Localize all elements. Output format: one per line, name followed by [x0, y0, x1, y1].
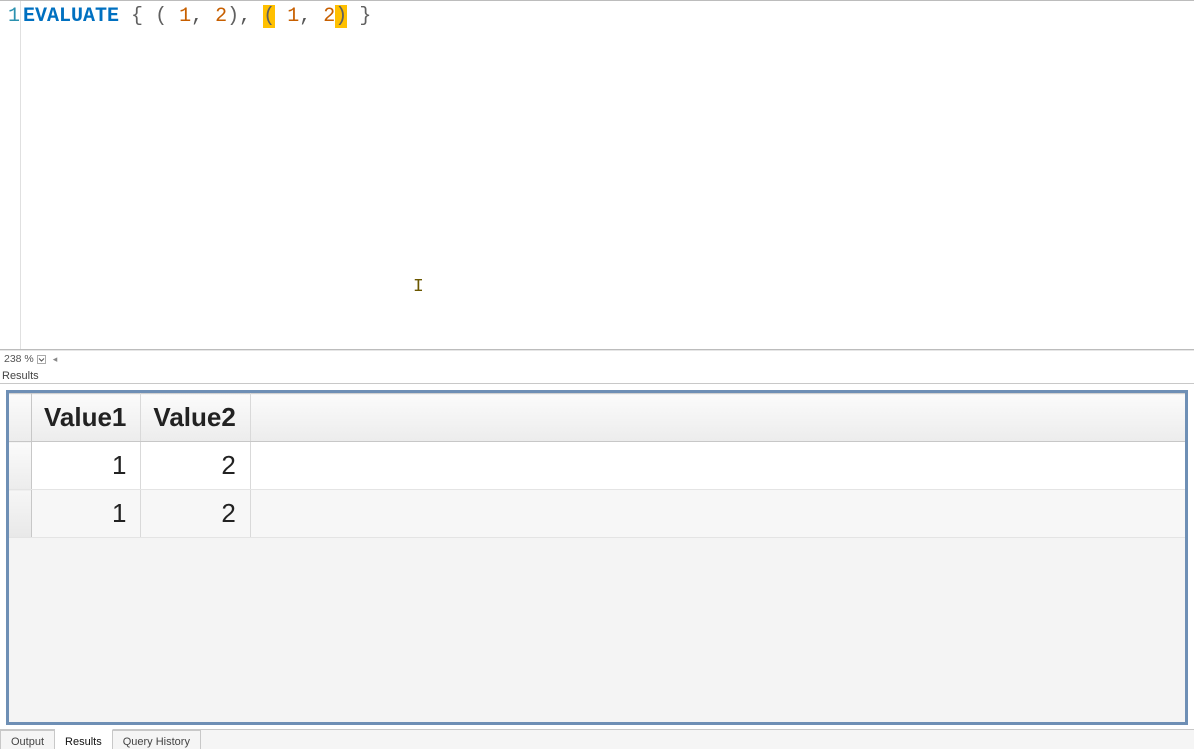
token-space	[167, 5, 179, 28]
column-filler	[250, 394, 1185, 442]
token-open-brace: {	[131, 5, 143, 28]
token-open-paren-highlight: (	[263, 5, 275, 28]
splitter-grip-icon[interactable]: ◂	[49, 354, 58, 365]
app-root: 1 EVALUATE { ( 1, 2), ( 1, 2) } I 238 % …	[0, 0, 1194, 749]
editor-zoom-bar: 238 % ◂	[0, 350, 1194, 367]
token-space	[143, 5, 155, 28]
results-grid-frame: Value1 Value2 1 2 1 2	[6, 390, 1188, 725]
table-row[interactable]: 1 2	[9, 442, 1185, 490]
token-keyword: EVALUATE	[23, 5, 119, 28]
editor-pane: 1 EVALUATE { ( 1, 2), ( 1, 2) } I	[0, 1, 1194, 350]
cell[interactable]: 1	[32, 490, 141, 538]
results-grid[interactable]: Value1 Value2 1 2 1 2	[9, 393, 1185, 538]
bottom-tab-strip: Output Results Query History	[0, 729, 1194, 749]
results-header-row: Value1 Value2	[9, 394, 1185, 442]
token-space	[311, 5, 323, 28]
column-header[interactable]: Value1	[32, 394, 141, 442]
tab-results[interactable]: Results	[55, 729, 113, 749]
token-close-brace: }	[359, 5, 371, 28]
row-header[interactable]	[9, 442, 32, 490]
zoom-dropdown[interactable]	[36, 355, 47, 364]
token-number: 1	[287, 5, 299, 28]
cell[interactable]: 2	[141, 490, 250, 538]
token-number: 1	[179, 5, 191, 28]
zoom-level: 238 %	[4, 353, 34, 365]
cell-filler	[250, 490, 1185, 538]
token-close-paren: )	[227, 5, 239, 28]
token-open-paren: (	[155, 5, 167, 28]
row-header[interactable]	[9, 490, 32, 538]
token-comma: ,	[239, 5, 251, 28]
text-caret-icon: I	[413, 277, 424, 297]
token-comma: ,	[191, 5, 203, 28]
cell-filler	[250, 442, 1185, 490]
results-panel: Results Value1 Value2 1 2	[0, 367, 1194, 749]
grid-corner	[9, 394, 32, 442]
token-space	[275, 5, 287, 28]
token-space	[251, 5, 263, 28]
token-close-paren-highlight: )	[335, 5, 347, 28]
cell[interactable]: 1	[32, 442, 141, 490]
token-number: 2	[323, 5, 335, 28]
token-space	[203, 5, 215, 28]
tab-output[interactable]: Output	[0, 730, 55, 749]
line-number: 1	[0, 3, 20, 31]
column-header[interactable]: Value2	[141, 394, 250, 442]
table-row[interactable]: 1 2	[9, 490, 1185, 538]
token-number: 2	[215, 5, 227, 28]
editor-scroll: 1 EVALUATE { ( 1, 2), ( 1, 2) }	[0, 1, 1194, 349]
cell[interactable]: 2	[141, 442, 250, 490]
code-editor[interactable]: EVALUATE { ( 1, 2), ( 1, 2) }	[21, 1, 1194, 349]
token-space	[119, 5, 131, 28]
editor-gutter: 1	[0, 1, 21, 349]
results-panel-title: Results	[0, 369, 1194, 384]
token-comma: ,	[299, 5, 311, 28]
token-space	[347, 5, 359, 28]
chevron-down-icon	[37, 355, 46, 364]
tab-query-history[interactable]: Query History	[113, 730, 201, 749]
